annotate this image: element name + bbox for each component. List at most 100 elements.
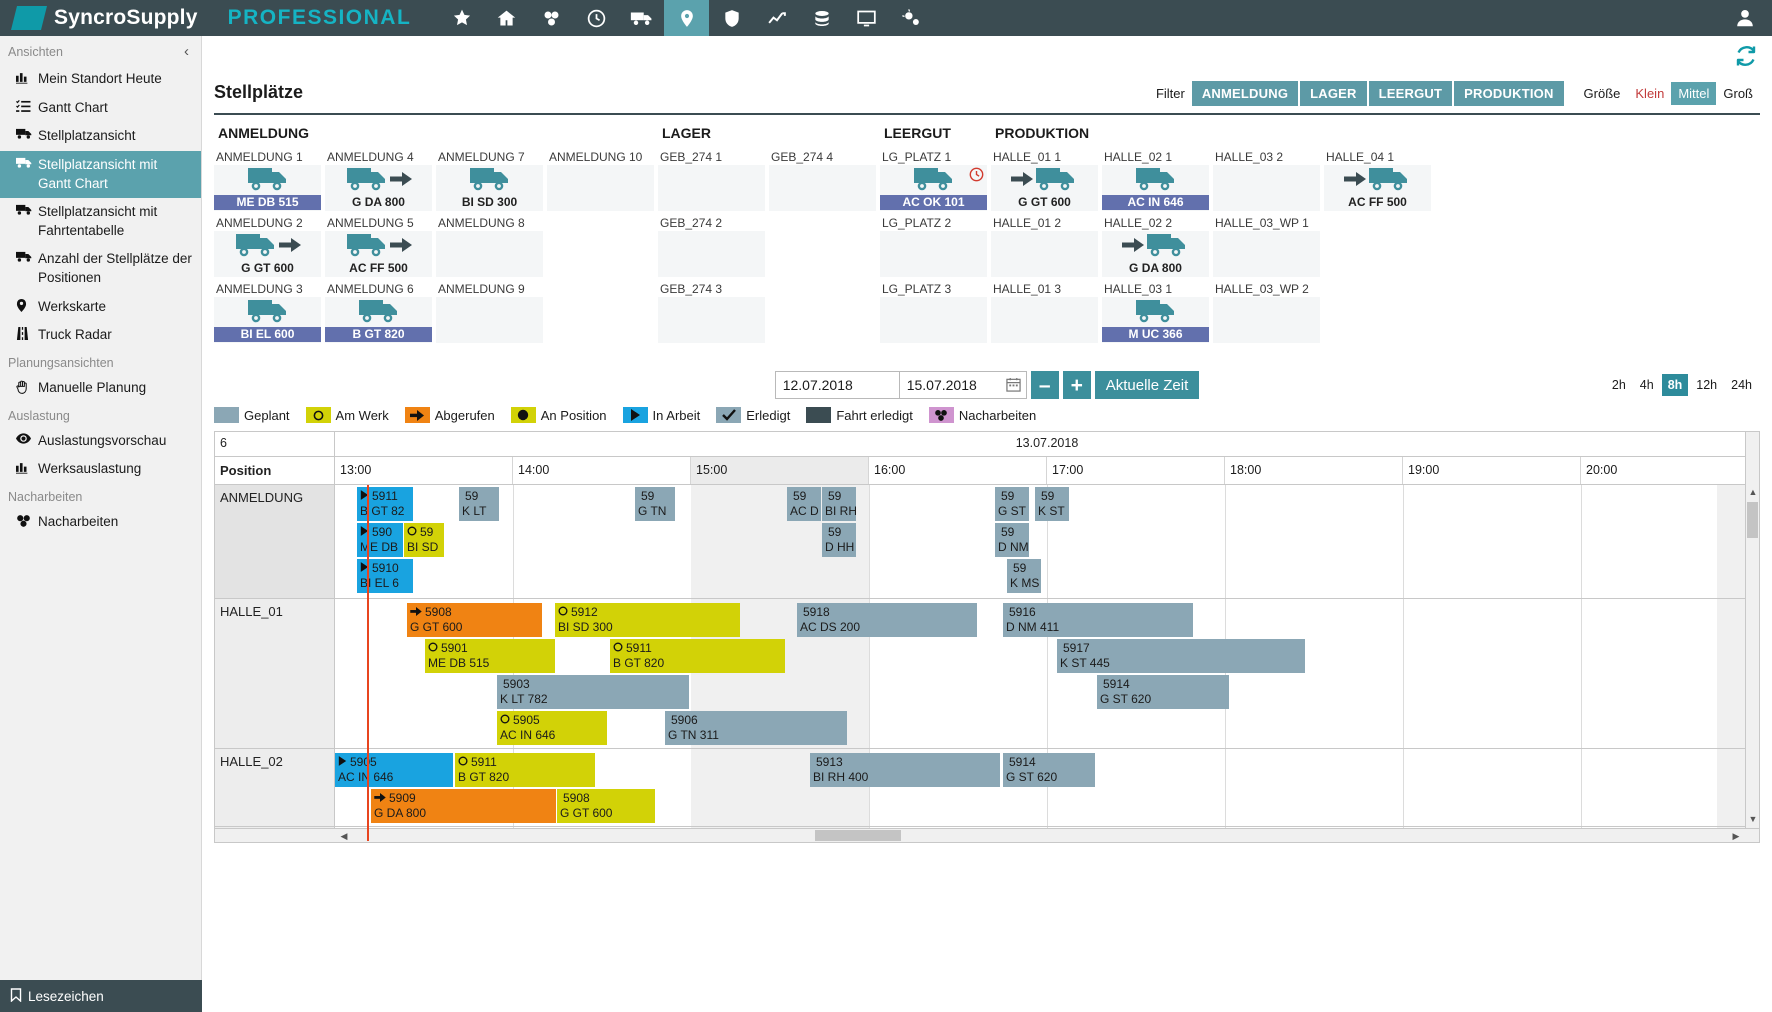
parking-slot[interactable]: ANMELDUNG 9 [436, 281, 543, 347]
gantt-bar[interactable]: 5914G ST 620 [1097, 675, 1229, 709]
current-time-button[interactable]: Aktuelle Zeit [1095, 371, 1200, 399]
gantt-bar[interactable]: 5905AC IN 646 [497, 711, 607, 745]
zoom-in-button[interactable]: + [1063, 371, 1091, 399]
filter-chip-produktion[interactable]: PRODUKTION [1454, 81, 1563, 106]
gantt-bar[interactable]: 5905AC IN 646 [335, 753, 453, 787]
monitor-icon[interactable] [844, 0, 889, 36]
parking-slot[interactable]: ANMELDUNG 8 [436, 215, 543, 281]
gantt-bar[interactable]: 59K ST [1035, 487, 1069, 521]
gantt-horizontal-scrollbar[interactable]: ◀ ▶ [215, 828, 1759, 842]
chart-line-icon[interactable] [754, 0, 799, 36]
parking-slot[interactable]: HALLE_03_WP 2 [1213, 281, 1320, 347]
scroll-left-icon[interactable]: ◀ [337, 829, 351, 843]
sidebar-item-gantt-chart[interactable]: Gantt Chart [0, 94, 201, 123]
parking-slot[interactable]: ANMELDUNG 2 G GT 600 [214, 215, 321, 281]
sidebar-item-werkskarte[interactable]: Werkskarte [0, 293, 201, 322]
sidebar-item-anzahl-der-stellplaetze[interactable]: Anzahl der Stellplätze der Positionen [0, 245, 201, 292]
gantt-bar[interactable]: 5912BI SD 300 [555, 603, 740, 637]
gantt-bar[interactable]: 5917K ST 445 [1057, 639, 1305, 673]
sidebar-item-truck-radar[interactable]: Truck Radar [0, 321, 201, 350]
parking-slot[interactable]: GEB_274 4 [769, 149, 876, 215]
clock-icon[interactable] [574, 0, 619, 36]
gantt-bar[interactable]: 5913BI RH 400 [810, 753, 1000, 787]
gantt-bar[interactable]: 5908G GT 600 [407, 603, 542, 637]
parking-slot[interactable]: ANMELDUNG 5 AC FF 500 [325, 215, 432, 281]
gantt-bar[interactable]: 59BI SD [404, 523, 444, 557]
cubes-icon[interactable] [529, 0, 574, 36]
sidebar-item-stellplatzansicht[interactable]: Stellplatzansicht [0, 122, 201, 151]
scroll-up-icon[interactable]: ▲ [1746, 485, 1760, 499]
parking-slot[interactable]: ANMELDUNG 4 G DA 800 [325, 149, 432, 215]
time-scale-2h[interactable]: 2h [1606, 374, 1632, 396]
truck-icon[interactable] [619, 0, 664, 36]
gantt-bar[interactable]: 59BI RH [822, 487, 856, 521]
settings-icon[interactable] [889, 0, 934, 36]
parking-slot[interactable]: HALLE_03_WP 1 [1213, 215, 1320, 281]
gantt-bar[interactable]: 59AC D [787, 487, 821, 521]
time-scale-8h[interactable]: 8h [1662, 374, 1689, 396]
parking-slot[interactable]: LG_PLATZ 3 [880, 281, 987, 347]
filter-chip-anmeldung[interactable]: ANMELDUNG [1192, 81, 1298, 106]
gantt-bar[interactable]: 59D HH [822, 523, 856, 557]
sidebar-item-stellplatzansicht-mit-gantt-chart[interactable]: Stellplatzansicht mit Gantt Chart [0, 151, 201, 198]
gantt-bar[interactable]: 5914G ST 620 [1003, 753, 1095, 787]
gantt-bar[interactable]: 59D NM [995, 523, 1029, 557]
user-account-icon[interactable] [1734, 0, 1756, 36]
zoom-out-button[interactable]: – [1031, 371, 1059, 399]
parking-slot[interactable]: HALLE_01 3 [991, 281, 1098, 347]
gantt-bar[interactable]: 5908G GT 600 [557, 789, 655, 823]
time-scale-12h[interactable]: 12h [1690, 374, 1723, 396]
map-pin-icon[interactable] [664, 0, 709, 36]
time-scale-24h[interactable]: 24h [1725, 374, 1758, 396]
sidebar-item-werksauslastung[interactable]: Werksauslastung [0, 455, 201, 484]
parking-slot[interactable]: GEB_274 1 [658, 149, 765, 215]
gantt-bar[interactable]: 59K LT [459, 487, 499, 521]
parking-slot[interactable]: HALLE_04 1 AC FF 500 [1324, 149, 1431, 215]
gantt-bar[interactable]: 5910BI EL 6 [357, 559, 413, 593]
size-option-gross[interactable]: Groß [1716, 82, 1760, 105]
parking-slot[interactable]: HALLE_02 1 AC IN 646 [1102, 149, 1209, 215]
gantt-bar[interactable]: 59G TN [635, 487, 675, 521]
parking-slot[interactable]: GEB_274 3 [658, 281, 765, 347]
date-from-input[interactable] [775, 371, 900, 399]
parking-slot[interactable]: ANMELDUNG 10 [547, 149, 654, 215]
sidebar-item-manuelle-planung[interactable]: Manuelle Planung [0, 374, 201, 403]
parking-slot[interactable]: ANMELDUNG 3 BI EL 600 [214, 281, 321, 347]
vertical-scroll-thumb[interactable] [1747, 502, 1758, 538]
star-icon[interactable] [439, 0, 484, 36]
filter-chip-lager[interactable]: LAGER [1300, 81, 1367, 106]
home-icon[interactable] [484, 0, 529, 36]
gantt-bar[interactable]: 5903K LT 782 [497, 675, 689, 709]
gantt-bar[interactable]: 5916D NM 411 [1003, 603, 1193, 637]
refresh-icon[interactable] [1734, 44, 1758, 71]
gantt-bar[interactable]: 59K MS [1007, 559, 1041, 593]
gantt-bar[interactable]: 5906G TN 311 [665, 711, 847, 745]
gantt-bar[interactable]: 5911B GT 820 [610, 639, 785, 673]
parking-slot[interactable]: HALLE_01 1 G GT 600 [991, 149, 1098, 215]
horizontal-scroll-thumb[interactable] [815, 830, 901, 841]
shield-icon[interactable] [709, 0, 754, 36]
time-scale-4h[interactable]: 4h [1634, 374, 1660, 396]
sidebar-item-mein-standort-heute[interactable]: Mein Standort Heute [0, 65, 201, 94]
gantt-bar[interactable]: 59G ST [995, 487, 1029, 521]
scroll-down-icon[interactable]: ▼ [1746, 812, 1760, 826]
parking-slot[interactable]: LG_PLATZ 1 AC OK 101 [880, 149, 987, 215]
parking-slot[interactable]: LG_PLATZ 2 [880, 215, 987, 281]
parking-slot[interactable]: HALLE_02 2 G DA 800 [1102, 215, 1209, 281]
parking-slot[interactable]: GEB_274 2 [658, 215, 765, 281]
size-option-mittel[interactable]: Mittel [1671, 82, 1716, 105]
size-option-klein[interactable]: Klein [1628, 82, 1671, 105]
scroll-right-icon[interactable]: ▶ [1729, 829, 1743, 843]
gantt-vertical-scrollbar[interactable]: ▲ ▼ [1745, 432, 1759, 842]
sidebar-collapse-icon[interactable]: ‹ [184, 44, 189, 59]
sidebar-item-stellplatzansicht-mit-fahrtentabelle[interactable]: Stellplatzansicht mit Fahrtentabelle [0, 198, 201, 245]
filter-chip-leergut[interactable]: LEERGUT [1369, 81, 1453, 106]
gantt-bar[interactable]: 5909G DA 800 [371, 789, 556, 823]
parking-slot[interactable]: ANMELDUNG 6 B GT 820 [325, 281, 432, 347]
date-to-input[interactable] [900, 371, 1027, 399]
parking-slot[interactable]: HALLE_01 2 [991, 215, 1098, 281]
parking-slot[interactable]: HALLE_03 1 M UC 366 [1102, 281, 1209, 347]
sidebar-item-auslastungsvorschau[interactable]: Auslastungsvorschau [0, 427, 201, 456]
gantt-bar[interactable]: 5901ME DB 515 [425, 639, 555, 673]
gantt-bar[interactable]: 5918AC DS 200 [797, 603, 977, 637]
